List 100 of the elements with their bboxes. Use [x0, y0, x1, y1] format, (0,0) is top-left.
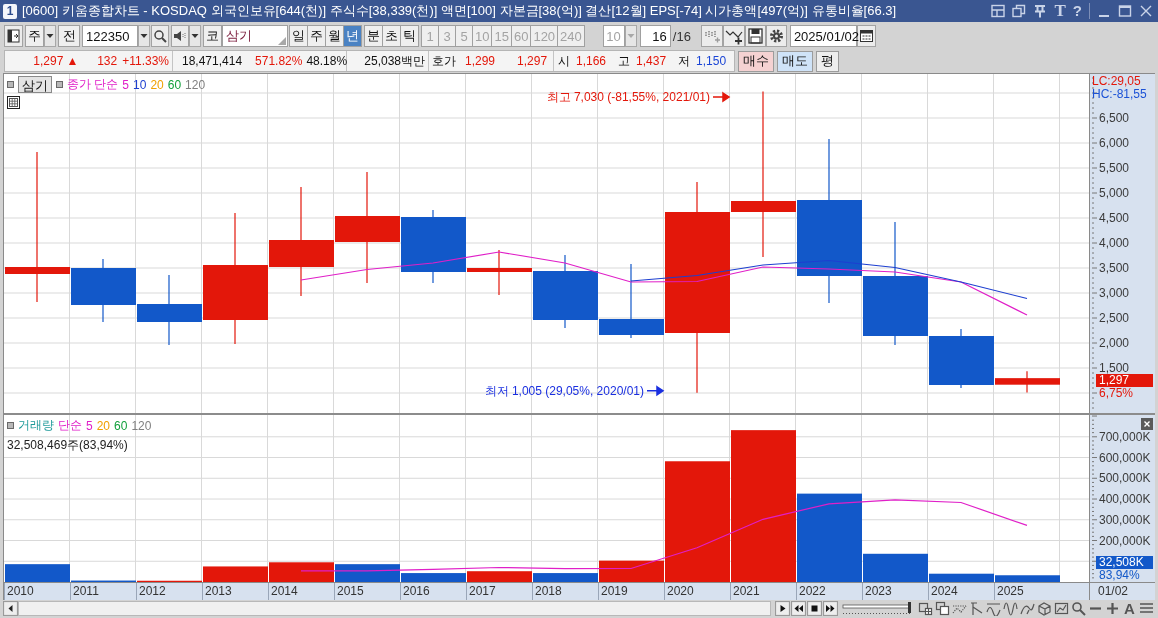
- market-button[interactable]: 코: [203, 25, 222, 47]
- line-plus-icon[interactable]: [722, 25, 745, 47]
- zoom-slider[interactable]: [842, 601, 912, 616]
- settings-icon[interactable]: [765, 25, 787, 47]
- date-field[interactable]: 2025/01/02: [789, 25, 857, 47]
- resize-grip-icon[interactable]: [278, 37, 286, 45]
- mode-button[interactable]: 전: [58, 25, 80, 47]
- stop-icon[interactable]: [807, 601, 822, 616]
- axis-label: 500,000K: [1099, 471, 1151, 486]
- cascade-icon[interactable]: [935, 601, 950, 616]
- stock-button[interactable]: 삼기: [18, 76, 52, 93]
- save-icon[interactable]: [744, 25, 766, 47]
- period-tab[interactable]: 틱: [400, 25, 419, 47]
- market-select[interactable]: 주: [25, 25, 44, 47]
- axis-label: 6,500: [1099, 111, 1130, 125]
- quote-value: 1,166: [576, 54, 607, 68]
- slider-thumb[interactable]: [908, 602, 911, 613]
- font-button[interactable]: A: [1122, 600, 1137, 617]
- list-icon[interactable]: [1139, 601, 1154, 616]
- caret-icon[interactable]: [138, 25, 150, 47]
- handle-icon[interactable]: [7, 422, 14, 429]
- rewind-icon[interactable]: [791, 601, 806, 616]
- quote-label: 고: [618, 52, 631, 70]
- grid-window-icon[interactable]: [918, 601, 933, 616]
- axis-label: 1,500: [1099, 361, 1130, 375]
- axis-label: 2,500: [1099, 311, 1130, 325]
- handle-icon[interactable]: [56, 81, 63, 88]
- axis-label: 400,000K: [1099, 492, 1151, 506]
- period-tab[interactable]: 년: [343, 25, 362, 47]
- pin-icon[interactable]: [1033, 4, 1048, 18]
- count-field[interactable]: 16: [639, 25, 671, 47]
- volume-bar: [269, 562, 334, 582]
- line-tool-icon[interactable]: [969, 601, 984, 616]
- axis-label: 300,000K: [1099, 512, 1151, 527]
- layout-icon[interactable]: [991, 4, 1006, 18]
- dots-plus-icon[interactable]: [700, 25, 723, 47]
- search-icon[interactable]: [1071, 601, 1086, 616]
- close-icon[interactable]: [1141, 418, 1153, 430]
- axis-label: 2015: [334, 583, 400, 600]
- fast-forward-icon[interactable]: [823, 601, 838, 616]
- caret-icon[interactable]: [44, 25, 56, 47]
- search-icon[interactable]: [151, 25, 169, 47]
- cube-icon[interactable]: [1037, 601, 1052, 616]
- ma-period[interactable]: 120: [131, 418, 152, 433]
- windows-icon[interactable]: [1012, 4, 1027, 18]
- code-field[interactable]: 122350: [82, 25, 138, 47]
- rate-label: 6,75%: [1099, 387, 1134, 400]
- current-price: 1,297: [32, 54, 64, 68]
- axis-label: 2025: [994, 583, 1060, 600]
- ma-period[interactable]: 120: [185, 77, 206, 92]
- help-button[interactable]: ?: [1072, 3, 1082, 19]
- caret-icon[interactable]: [189, 25, 201, 47]
- font-button[interactable]: T: [1054, 3, 1066, 19]
- axis-label: 2,000: [1099, 336, 1130, 350]
- axis-label: 3,000: [1099, 286, 1130, 300]
- axis-label: 2018: [532, 583, 598, 600]
- quote-label: 저: [678, 52, 691, 70]
- trend-mark: ▲: [66, 54, 79, 68]
- plus-icon[interactable]: [1105, 601, 1120, 616]
- wave-icon[interactable]: [986, 601, 1001, 616]
- order-button[interactable]: 매수: [738, 50, 774, 72]
- axis-label: 2017: [466, 583, 532, 600]
- price-change: 132: [96, 54, 118, 68]
- high-annotation: 최고 7,030 (-81,55%, 2021/01): [546, 90, 710, 104]
- quote-value: 1,437: [636, 54, 667, 68]
- table-icon[interactable]: [7, 96, 20, 109]
- sine-wave-icon[interactable]: [1003, 601, 1018, 616]
- ask-price: 1,299: [465, 54, 496, 68]
- left-arrow-icon[interactable]: [3, 601, 18, 616]
- order-button[interactable]: 평: [816, 50, 839, 72]
- order-button[interactable]: 매도: [777, 50, 813, 72]
- axis-label: 6,000: [1099, 136, 1130, 150]
- axis-label: 3,500: [1099, 261, 1130, 275]
- rate-label: 83,94%: [1099, 569, 1140, 581]
- chart-icon[interactable]: [1054, 601, 1069, 616]
- hc-rate: HC:-81,55: [1092, 88, 1147, 101]
- ma-period[interactable]: 60: [167, 77, 182, 92]
- volume-summary: 32,508,469주(83,94%): [7, 437, 128, 454]
- maximize-icon[interactable]: [1118, 4, 1132, 18]
- ma-period[interactable]: 60: [114, 418, 128, 433]
- quote-label: 시: [558, 52, 570, 70]
- low-annotation: 최저 1,005 (29,05%, 2020/01): [484, 383, 644, 398]
- arrow-icon: [646, 386, 665, 396]
- stock-name-field[interactable]: 삼기: [222, 25, 288, 47]
- trade-volume: 18,471,414: [182, 54, 243, 68]
- handle-icon[interactable]: [7, 81, 14, 88]
- panel-icon[interactable]: [4, 25, 23, 47]
- axis-label: 2019: [598, 583, 664, 600]
- play-icon[interactable]: [775, 601, 790, 616]
- ma-period[interactable]: 10: [133, 77, 147, 92]
- ma-period[interactable]: 5: [122, 77, 130, 92]
- window-number: 1: [3, 3, 17, 19]
- ma-period[interactable]: 5: [86, 418, 93, 433]
- axis-label: 200,000K: [1099, 533, 1151, 548]
- close-icon[interactable]: [1139, 4, 1153, 18]
- count-total: /16: [672, 28, 691, 44]
- bid-price: 1,297: [517, 54, 548, 68]
- curve-icon[interactable]: [1020, 601, 1035, 616]
- volume-bar: [467, 571, 532, 582]
- speaker-icon[interactable]: [171, 25, 189, 47]
